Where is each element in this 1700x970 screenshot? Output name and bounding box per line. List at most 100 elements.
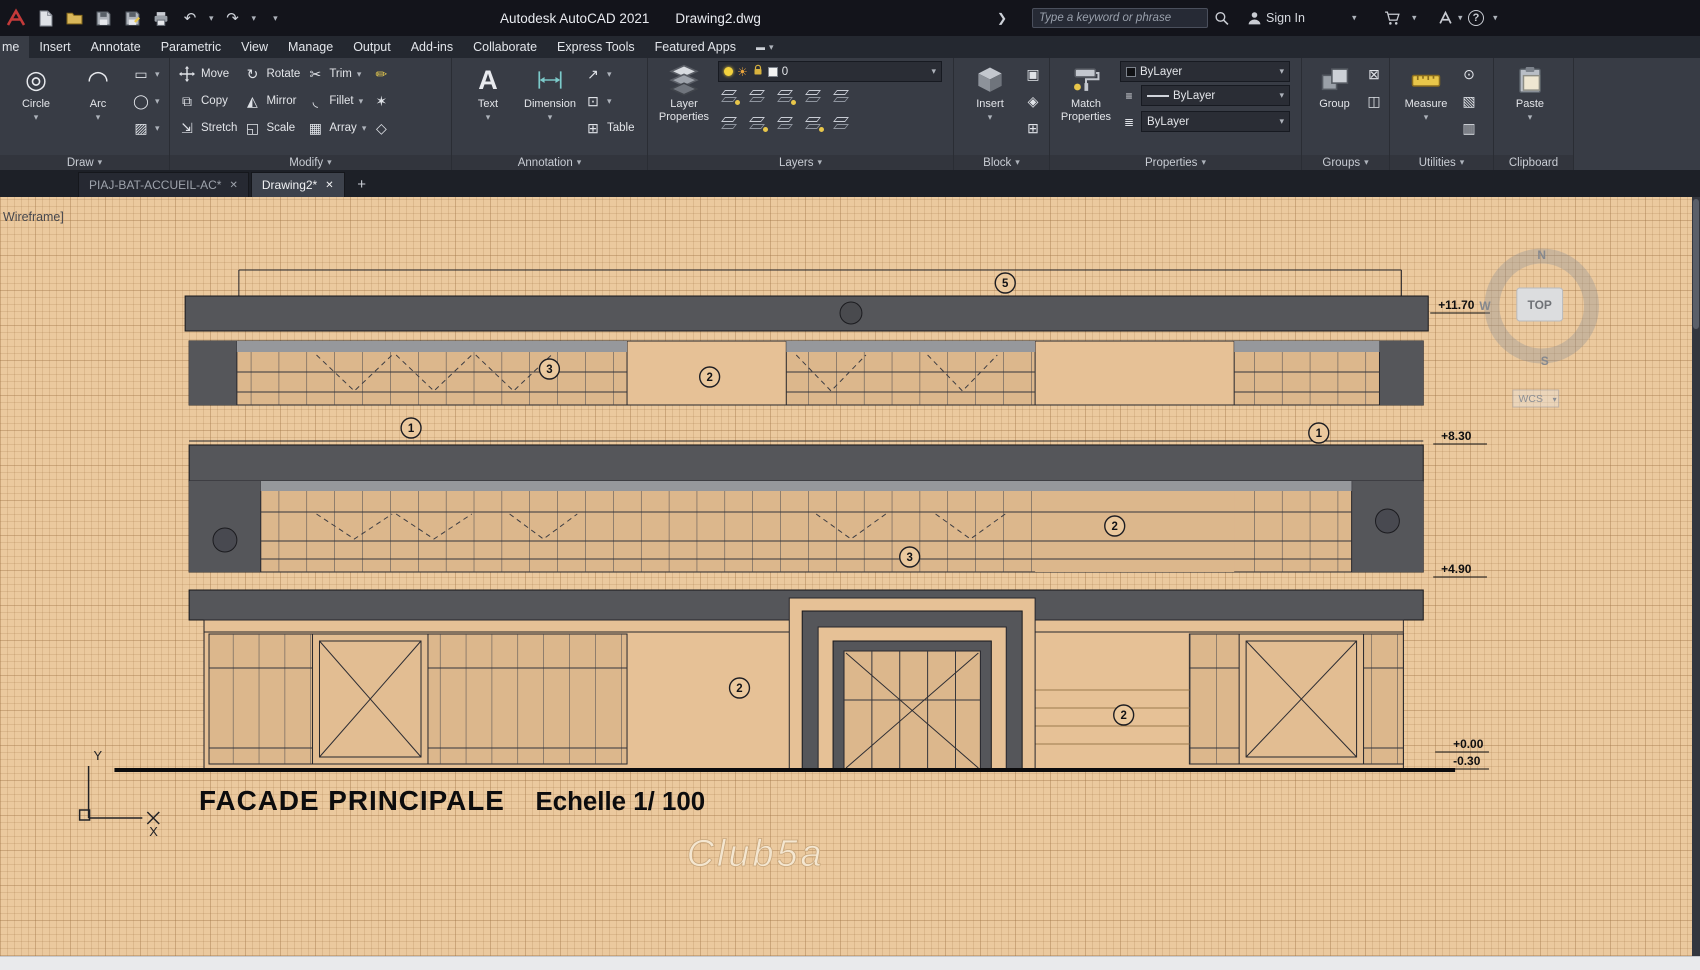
ribbon-display-toggle[interactable]: ▬ ▾ — [746, 36, 784, 58]
block-tool-button[interactable]: ⊞ — [1024, 115, 1042, 141]
layer-tool-icon[interactable] — [720, 116, 738, 131]
modify-misc-button[interactable]: ◇ — [372, 115, 390, 141]
id-point-button[interactable]: ▥ — [1460, 115, 1478, 141]
chevron-down-icon[interactable]: ▾ — [1412, 13, 1417, 23]
linetype-select[interactable]: ByLayer ▾ — [1141, 111, 1290, 132]
paste-button[interactable]: Paste ▾ — [1502, 61, 1558, 154]
insert-block-button[interactable]: Insert ▾ — [962, 61, 1018, 154]
layer-select[interactable]: ☀ 0 ▾ — [718, 61, 942, 82]
new-file-icon[interactable] — [35, 8, 55, 28]
plot-icon[interactable] — [151, 8, 171, 28]
stretch-button[interactable]: ⇲ Stretch — [178, 115, 237, 141]
search-input[interactable]: Type a keyword or phrase — [1032, 8, 1208, 28]
panel-label-layers[interactable]: Layers ▾ — [648, 155, 953, 170]
explode-button[interactable]: ✶ — [372, 88, 390, 114]
chevron-down-icon[interactable]: ▾ — [1458, 13, 1463, 23]
viewcube-top-label[interactable]: TOP — [1528, 298, 1552, 312]
layer-tool-icon[interactable] — [804, 89, 822, 104]
panel-label-properties[interactable]: Properties ▾ — [1050, 155, 1301, 170]
layer-tool-icon[interactable] — [776, 116, 794, 131]
scale-button[interactable]: ◱ Scale — [243, 115, 300, 141]
tab-featured-apps[interactable]: Featured Apps — [645, 36, 746, 58]
layer-tool-icon[interactable] — [776, 89, 796, 105]
user-icon[interactable] — [1247, 11, 1262, 26]
leader-button[interactable]: ↗ ▾ — [584, 61, 635, 87]
object-color-select[interactable]: ByLayer ▾ — [1120, 61, 1290, 82]
panel-label-groups[interactable]: Groups ▾ — [1302, 155, 1389, 170]
mirror-button[interactable]: ◭ Mirror — [243, 88, 300, 114]
tab-parametric[interactable]: Parametric — [151, 36, 231, 58]
hatch-button[interactable]: ▨ ▾ — [132, 115, 159, 141]
file-tab-drawing2[interactable]: Drawing2* ✕ — [250, 172, 345, 197]
match-properties-button[interactable]: Match Properties — [1058, 61, 1114, 154]
panel-label-draw[interactable]: Draw ▾ — [0, 155, 169, 170]
rotate-button[interactable]: ↻ Rotate — [243, 61, 301, 87]
tab-express-tools[interactable]: Express Tools — [547, 36, 645, 58]
viewcube-west[interactable]: W — [1479, 299, 1491, 313]
linetype-list-icon[interactable]: ≣ — [1120, 113, 1138, 131]
copy-button[interactable]: ⧉ Copy — [178, 88, 237, 114]
lineweight-list-icon[interactable]: ≡ — [1120, 87, 1138, 105]
vertical-scrollbar[interactable] — [1692, 197, 1700, 956]
open-folder-icon[interactable] — [64, 8, 84, 28]
quick-select-button[interactable]: ⊙ — [1460, 61, 1478, 87]
close-icon[interactable]: ✕ — [229, 180, 237, 191]
viewcube-north[interactable]: N — [1537, 248, 1546, 262]
layer-tool-icon[interactable] — [748, 89, 766, 104]
block-tool-button[interactable]: ▣ — [1024, 61, 1042, 87]
panel-label-modify[interactable]: Modify ▾ — [170, 155, 451, 170]
sign-in-button[interactable]: Sign In — [1266, 11, 1305, 25]
autocad-logo-icon[interactable] — [6, 8, 26, 28]
undo-icon[interactable]: ↶ — [180, 8, 200, 28]
tab-add-ins[interactable]: Add-ins — [401, 36, 463, 58]
quick-calc-button[interactable]: ▧ — [1460, 88, 1478, 114]
group-edit-button[interactable]: ◫ — [1365, 88, 1383, 114]
viewcube-south[interactable]: S — [1541, 354, 1549, 368]
measure-button[interactable]: Measure ▾ — [1398, 61, 1454, 154]
new-tab-button[interactable]: + — [351, 173, 373, 195]
arc-button[interactable]: ◠ Arc ▾ — [70, 61, 126, 154]
layer-tool-icon[interactable] — [832, 89, 850, 104]
layer-tool-icon[interactable] — [804, 116, 824, 132]
redo-icon[interactable]: ↷ — [223, 8, 243, 28]
layer-tool-icon[interactable] — [832, 116, 850, 131]
file-tab-piaj[interactable]: PIAJ-BAT-ACCUEIL-AC* ✕ — [78, 172, 249, 197]
trim-button[interactable]: ✂ Trim ▾ — [306, 61, 366, 87]
tab-annotate[interactable]: Annotate — [81, 36, 151, 58]
panel-label-utilities[interactable]: Utilities ▾ — [1390, 155, 1493, 170]
fillet-button[interactable]: ◟ Fillet ▾ — [306, 88, 366, 114]
rectangle-button[interactable]: ▭ ▾ — [132, 61, 159, 87]
annotation-misc-button[interactable]: ⊡ ▾ — [584, 88, 635, 114]
chevron-down-icon[interactable]: ▾ — [1352, 13, 1357, 23]
tab-view[interactable]: View — [231, 36, 278, 58]
autodesk-app-icon[interactable] — [1438, 10, 1453, 26]
save-as-icon[interactable] — [122, 8, 142, 28]
viewcube[interactable]: N W S TOP WCS ▾ — [1479, 248, 1599, 408]
circle-button[interactable]: ◎ Circle ▾ — [8, 61, 64, 154]
panel-label-annotation[interactable]: Annotation ▾ — [452, 155, 647, 170]
tab-insert[interactable]: Insert — [29, 36, 80, 58]
close-icon[interactable]: ✕ — [325, 180, 333, 191]
save-icon[interactable] — [93, 8, 113, 28]
ungroup-button[interactable]: ⊠ — [1365, 61, 1383, 87]
group-button[interactable]: Group — [1310, 61, 1359, 154]
drawing-canvas[interactable]: Wireframe] +11.70 +8.30 +4.90 +0.00 -0.3… — [0, 197, 1692, 956]
layer-tool-icon[interactable] — [720, 89, 740, 105]
chevron-down-icon[interactable]: ▾ — [252, 13, 257, 23]
erase-button[interactable]: ✏ — [372, 61, 390, 87]
help-icon[interactable]: ? — [1468, 10, 1484, 26]
text-button[interactable]: A Text ▾ — [460, 61, 516, 154]
ellipse-button[interactable]: ◯ ▾ — [132, 88, 159, 114]
expand-arrow-icon[interactable]: ❯ — [997, 12, 1007, 24]
layer-tool-icon[interactable] — [748, 116, 768, 132]
tab-manage[interactable]: Manage — [278, 36, 343, 58]
dimension-button[interactable]: Dimension ▾ — [522, 61, 578, 154]
layer-properties-button[interactable]: Layer Properties — [656, 61, 712, 154]
tab-output[interactable]: Output — [343, 36, 401, 58]
tab-home-partial[interactable]: me — [0, 36, 30, 58]
block-tool-button[interactable]: ◈ — [1024, 88, 1042, 114]
qat-customize-icon[interactable]: ▾ — [273, 13, 278, 23]
viewport-control-label[interactable]: Wireframe] — [3, 210, 64, 224]
move-button[interactable]: Move — [178, 61, 237, 87]
cart-icon[interactable] — [1384, 11, 1401, 26]
